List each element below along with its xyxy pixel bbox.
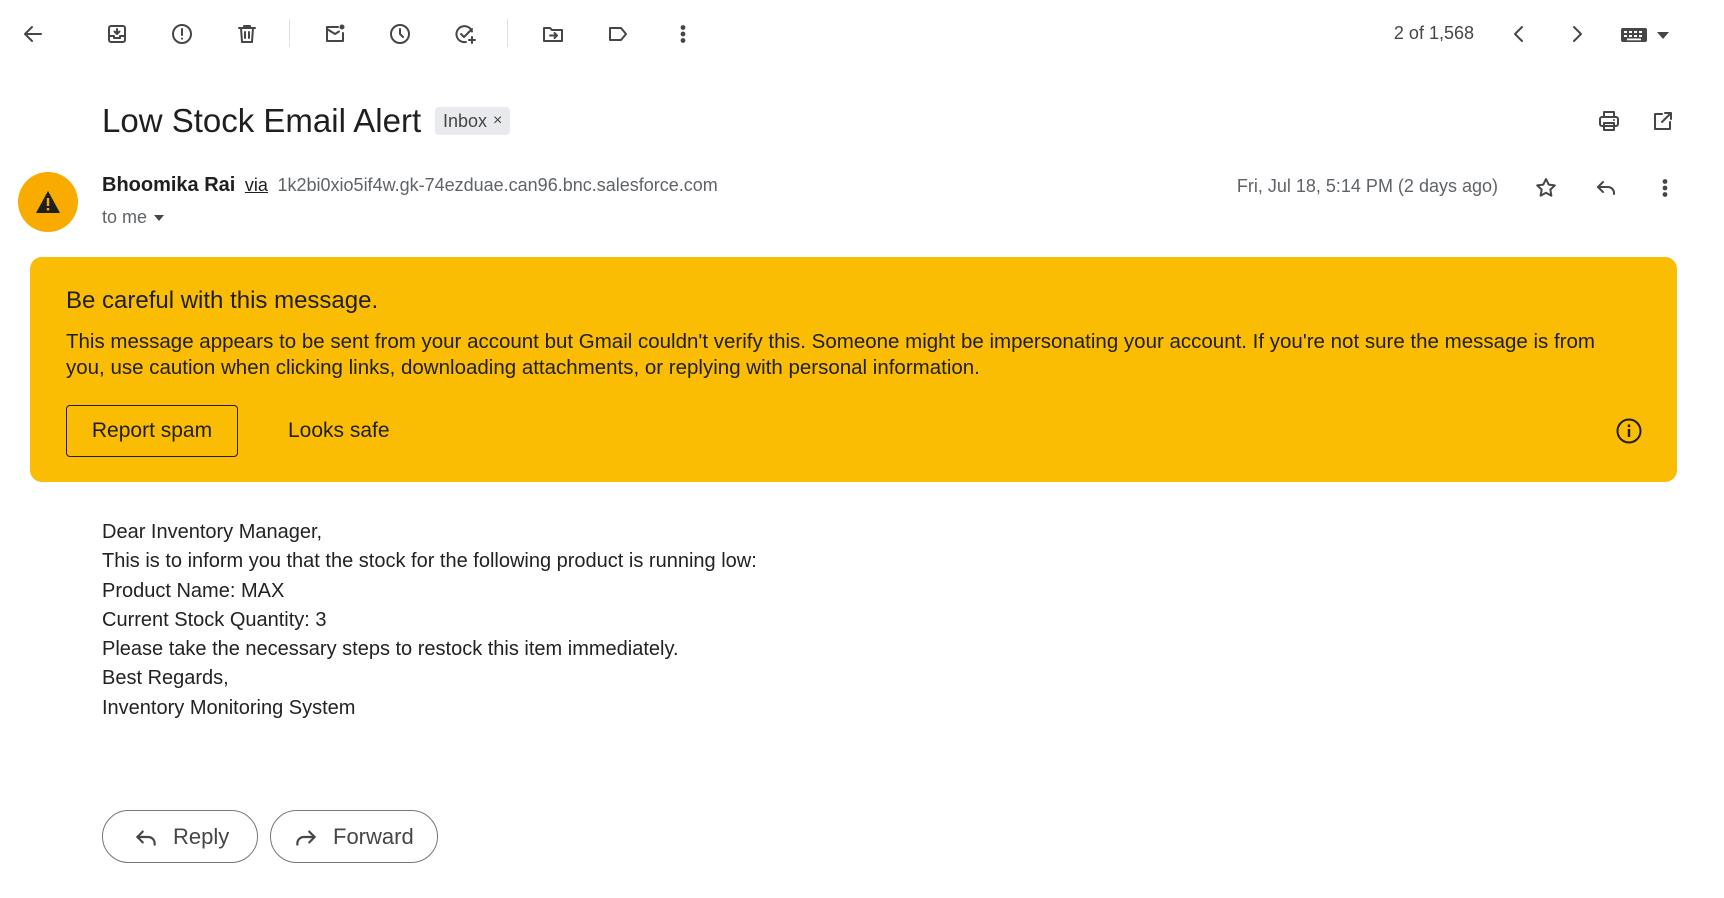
body-line: Dear Inventory Manager, — [102, 521, 323, 543]
warning-body: This message appears to be sent from you… — [66, 330, 1595, 379]
inbox-label-text: Inbox — [443, 110, 488, 131]
reply-button[interactable]: Reply — [102, 810, 258, 863]
via-address: 1k2bi0xio5if4w.gk-74ezduae.can96.bnc.sal… — [277, 175, 718, 195]
body-line: Product Name: MAX — [102, 579, 285, 602]
toolbar: 2 of 1,568 — [0, 0, 1724, 68]
star-icon[interactable] — [1526, 168, 1566, 208]
archive-icon[interactable] — [97, 14, 137, 54]
reply-icon — [136, 830, 156, 846]
inbox-label-chip[interactable]: Inbox × — [435, 107, 511, 135]
open-in-new-window-icon[interactable] — [1643, 101, 1683, 141]
report-spam-icon[interactable] — [162, 14, 202, 54]
remove-label-close-icon[interactable]: × — [493, 112, 502, 130]
body-line: This is to inform you that the stock for… — [102, 550, 757, 573]
snooze-icon[interactable] — [380, 14, 420, 54]
reply-label: Reply — [173, 823, 230, 849]
email-subject: Low Stock Email Alert — [102, 102, 422, 139]
info-icon[interactable] — [1610, 412, 1648, 450]
forward-label: Forward — [333, 823, 414, 849]
warning-triangle-icon — [36, 191, 60, 213]
label-icon[interactable] — [598, 14, 638, 54]
older-chevron-right-icon[interactable] — [1557, 14, 1597, 54]
sender-avatar-warning[interactable] — [18, 172, 78, 232]
mark-unread-icon[interactable] — [315, 14, 355, 54]
spoofing-warning-banner: Be careful with this message. This messa… — [30, 257, 1677, 482]
body-line: Best Regards, — [102, 667, 229, 690]
sender-line: Bhoomika Rai via 1k2bi0xio5if4w.gk-74ezd… — [102, 174, 718, 197]
more-options-icon[interactable] — [1645, 168, 1685, 208]
print-icon[interactable] — [1589, 101, 1629, 141]
forward-icon — [296, 830, 316, 846]
add-to-tasks-icon[interactable] — [445, 14, 485, 54]
warning-title: Be careful with this message. — [66, 287, 379, 314]
reply-arrow-icon[interactable] — [1586, 168, 1626, 208]
move-to-icon[interactable] — [533, 14, 573, 54]
message-body: Dear Inventory Manager, This is to infor… — [102, 518, 757, 723]
body-line: Inventory Monitoring System — [102, 696, 356, 719]
dropdown-caret-icon — [154, 214, 165, 221]
body-line: Please take the necessary steps to resto… — [102, 638, 679, 661]
newer-chevron-left-icon[interactable] — [1499, 14, 1539, 54]
delete-icon[interactable] — [227, 14, 267, 54]
forward-button[interactable]: Forward — [270, 810, 438, 863]
email-date: Fri, Jul 18, 5:14 PM (2 days ago) — [1236, 176, 1498, 196]
more-vert-icon[interactable] — [663, 14, 703, 54]
recipient-text: to me — [102, 207, 148, 227]
message-counter: 2 of 1,568 — [1393, 23, 1474, 43]
body-line: Current Stock Quantity: 3 — [102, 608, 327, 631]
report-spam-button[interactable]: Report spam — [66, 405, 238, 457]
recipient-details-toggle[interactable]: to me — [102, 207, 165, 228]
back-arrow-icon[interactable] — [13, 14, 53, 54]
via-link[interactable]: via — [245, 175, 268, 195]
input-tools-keyboard-icon[interactable] — [1620, 22, 1682, 48]
dropdown-caret-icon — [1657, 32, 1669, 39]
sender-name[interactable]: Bhoomika Rai — [102, 174, 235, 196]
looks-safe-button[interactable]: Looks safe — [288, 405, 390, 457]
